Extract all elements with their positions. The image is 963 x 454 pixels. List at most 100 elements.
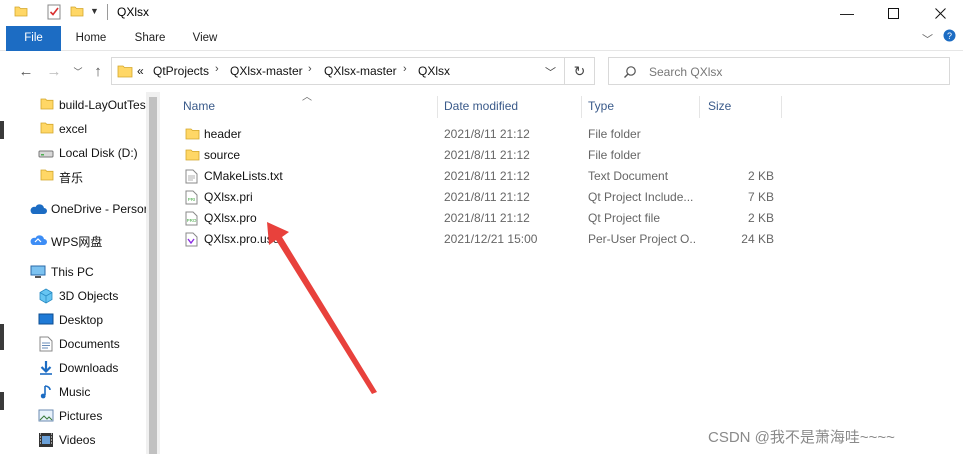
nav-item-label: Pictures	[59, 409, 103, 423]
chevron-down-icon[interactable]: ﹀	[545, 64, 556, 80]
minimize-button[interactable]: —	[824, 0, 870, 26]
nav-item-videos[interactable]: Videos	[0, 429, 146, 451]
nav-item-label: Documents	[59, 337, 120, 351]
nav-item-build-layouttes[interactable]: build-LayOutTes	[0, 94, 146, 116]
nav-item-local-disk-d[interactable]: Local Disk (D:)	[0, 142, 146, 164]
tab-share[interactable]: Share	[126, 26, 174, 51]
nav-item-pictures[interactable]: Pictures	[0, 405, 146, 427]
file-date: 2021/8/11 21:12	[444, 190, 530, 204]
column-header-size[interactable]: Size	[708, 96, 780, 118]
music-icon	[40, 384, 52, 403]
nav-item-excel[interactable]: excel	[0, 118, 146, 140]
file-name: CMakeLists.txt	[204, 169, 283, 183]
column-header-name[interactable]: Name	[183, 96, 438, 118]
address-bar[interactable]: « QtProjects › QXlsx-master › QXlsx-mast…	[111, 57, 565, 85]
column-divider[interactable]	[581, 96, 582, 118]
nav-item-3d-objects[interactable]: 3D Objects	[0, 285, 146, 307]
window-edge-mark	[0, 324, 4, 350]
file-name: header	[204, 127, 242, 141]
forward-button[interactable]: →	[45, 62, 63, 80]
file-row-source[interactable]: source 2021/8/11 21:12 File folder	[180, 145, 785, 166]
file-row-cmakelists[interactable]: CMakeLists.txt 2021/8/11 21:12 Text Docu…	[180, 166, 785, 187]
chevron-right-icon[interactable]: ›	[403, 63, 407, 75]
maximize-icon	[887, 7, 899, 19]
cloud-icon	[29, 203, 47, 218]
nav-item-label: OneDrive - Persor	[51, 202, 146, 216]
file-type: File folder	[588, 127, 641, 141]
nav-item-downloads[interactable]: Downloads	[0, 357, 146, 379]
recent-locations-button[interactable]: ﹀	[69, 62, 87, 80]
file-date: 2021/8/11 21:12	[444, 211, 530, 225]
tab-home[interactable]: Home	[66, 26, 116, 51]
nav-item-this-pc[interactable]: This PC	[0, 261, 146, 283]
column-header-label: Size	[708, 99, 732, 113]
back-button[interactable]: ←	[17, 62, 35, 80]
drive-icon	[38, 148, 54, 162]
desktop-icon	[38, 313, 54, 329]
file-name: source	[204, 148, 241, 162]
chevron-right-icon[interactable]: ›	[215, 63, 219, 75]
breadcrumb-qxlsx[interactable]: QXlsx	[418, 64, 450, 78]
maximize-button[interactable]	[870, 0, 916, 26]
column-header-type[interactable]: Type	[588, 96, 698, 118]
folder-icon	[185, 148, 200, 165]
nav-item-label: Downloads	[59, 361, 119, 375]
nav-item-onedrive[interactable]: OneDrive - Persor	[0, 198, 146, 220]
column-divider[interactable]	[699, 96, 700, 118]
column-header-date[interactable]: Date modified	[444, 96, 580, 118]
file-row-qxlsx-pro-user[interactable]: QXlsx.pro.user 2021/12/21 15:00 Per-User…	[180, 229, 785, 250]
breadcrumb-qxlsx-master[interactable]: QXlsx-master	[230, 64, 303, 78]
breadcrumb-qxlsx-master-2[interactable]: QXlsx-master	[324, 64, 397, 78]
file-type: Qt Project Include...	[588, 190, 694, 204]
refresh-button[interactable]: ↻	[565, 57, 595, 85]
pri-file-icon: PRI	[185, 190, 198, 208]
folder-icon	[185, 127, 200, 144]
close-button[interactable]	[917, 0, 963, 26]
file-row-qxlsx-pri[interactable]: PRI QXlsx.pri 2021/8/11 21:12 Qt Project…	[180, 187, 785, 208]
help-icon[interactable]: ?	[943, 29, 956, 45]
svg-text:?: ?	[947, 31, 952, 41]
nav-item-wps[interactable]: WPS网盘	[0, 229, 146, 251]
folder-icon	[117, 64, 133, 81]
tab-file[interactable]: File	[6, 26, 61, 51]
up-button[interactable]: ↑	[89, 62, 107, 80]
file-size: 2 KB	[747, 211, 774, 225]
file-date: 2021/8/11 21:12	[444, 127, 530, 141]
watermark: CSDN @我不是萧海哇~~~~	[708, 429, 895, 446]
expand-ribbon-icon[interactable]: ﹀	[922, 31, 933, 47]
address-overflow[interactable]: «	[137, 64, 144, 78]
file-row-header[interactable]: header 2021/8/11 21:12 File folder	[180, 124, 785, 145]
file-type: Text Document	[588, 169, 669, 183]
column-divider[interactable]	[781, 96, 782, 118]
nav-item-music[interactable]: Music	[0, 381, 146, 403]
search-box[interactable]: Search QXlsx	[608, 57, 950, 85]
nav-item-documents[interactable]: Documents	[0, 333, 146, 355]
column-header-label: Name	[183, 99, 216, 113]
window-title: QXlsx	[117, 5, 150, 19]
refresh-icon: ↻	[573, 62, 586, 79]
3d-objects-icon	[38, 288, 54, 307]
nav-item-music-cn[interactable]: 音乐	[0, 165, 146, 187]
file-row-qxlsx-pro[interactable]: PRO QXlsx.pro 2021/8/11 21:12 Qt Project…	[180, 208, 785, 229]
search-input[interactable]: Search QXlsx	[649, 65, 722, 79]
window-edge-mark	[0, 392, 4, 410]
breadcrumb-qtprojects[interactable]: QtProjects	[153, 64, 209, 78]
back-arrow-icon: ←	[18, 62, 34, 80]
videos-icon	[38, 432, 54, 451]
new-folder-icon[interactable]	[70, 4, 84, 21]
nav-scrollbar-thumb[interactable]	[149, 97, 157, 454]
chevron-right-icon[interactable]: ›	[308, 63, 312, 75]
customize-dropdown-icon[interactable]: ▼	[90, 6, 99, 16]
nav-item-label: This PC	[51, 265, 94, 279]
close-icon	[934, 7, 946, 19]
nav-item-label: Videos	[59, 433, 96, 447]
file-size: 7 KB	[747, 190, 774, 204]
column-divider[interactable]	[437, 96, 438, 118]
user-file-icon	[185, 232, 198, 250]
minimize-icon: —	[840, 5, 854, 21]
tab-view[interactable]: View	[182, 26, 228, 51]
forward-arrow-icon: →	[46, 62, 62, 80]
nav-item-desktop[interactable]: Desktop	[0, 309, 146, 331]
properties-icon[interactable]	[47, 4, 61, 23]
downloads-icon	[38, 360, 54, 379]
